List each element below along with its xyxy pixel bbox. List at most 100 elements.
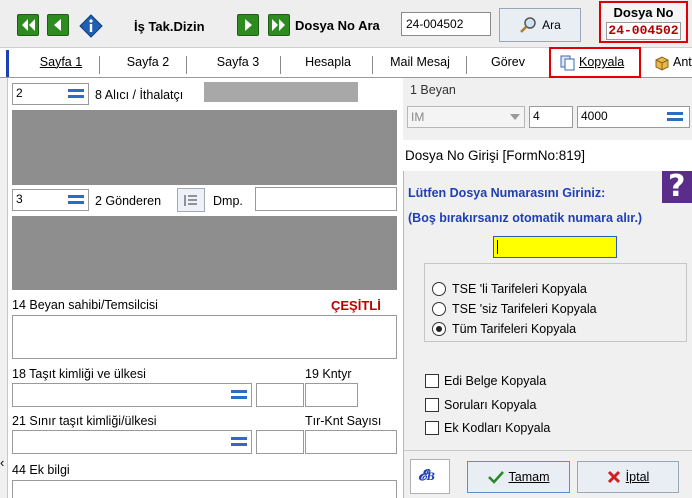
- kntyr-input[interactable]: [305, 383, 358, 407]
- cesitli-label: ÇEŞİTLİ: [331, 298, 381, 313]
- dosya-no-input[interactable]: [493, 236, 617, 258]
- spin-button-icon[interactable]: [65, 190, 87, 210]
- last-record-button[interactable]: [268, 14, 290, 36]
- beyan-type-value: IM: [411, 110, 425, 124]
- info-button[interactable]: [79, 14, 103, 38]
- dmp-label: Dmp.: [213, 194, 243, 208]
- dialog-note: (Boş bırakırsanız otomatik numara alır.): [408, 211, 643, 225]
- left-arrow-icon: [54, 19, 61, 31]
- gonderen-address-area: [12, 216, 397, 290]
- cancel-x-icon: [607, 470, 620, 484]
- alici-value: 2: [16, 86, 23, 100]
- checkbox-edi-belge[interactable]: [425, 374, 439, 388]
- tab-sayfa-1[interactable]: Sayfa 1: [37, 55, 85, 69]
- first-record-button[interactable]: [17, 14, 39, 36]
- tab-separator: [372, 56, 373, 74]
- dosya-no-title: Dosya No: [613, 5, 674, 20]
- iptal-button[interactable]: İptal: [577, 461, 679, 493]
- magnifier-icon: [520, 17, 536, 33]
- scroll-left-arrow-icon[interactable]: ‹: [0, 455, 4, 470]
- copy-documents-icon: [560, 55, 575, 71]
- tir-knt-sayisi-label: Tır-Knt Sayısı: [305, 414, 382, 428]
- edi-button[interactable]: 𝓔B: [410, 459, 450, 494]
- ara-button-label: Ara: [542, 18, 561, 32]
- radio-tse-li[interactable]: [432, 282, 446, 296]
- sinir-ulke-input[interactable]: [256, 430, 304, 454]
- checkbox-sorulari-label[interactable]: Soruları Kopyala: [444, 398, 536, 412]
- spin-button-icon[interactable]: [65, 84, 87, 104]
- radio-tse-siz[interactable]: [432, 302, 446, 316]
- beyan-num-input[interactable]: 4: [529, 106, 573, 128]
- sinir-tasit-input[interactable]: [12, 430, 252, 454]
- info-icon: [79, 14, 103, 38]
- tab-kopyala[interactable]: Kopyala: [549, 47, 641, 78]
- checkbox-ek-kodlari[interactable]: [425, 421, 439, 435]
- alici-name-field: [204, 82, 358, 102]
- ek-bilgi-textarea[interactable]: [12, 480, 397, 498]
- edi-logo-icon: 𝓔B: [418, 466, 436, 484]
- radio-tse-siz-label[interactable]: TSE 'siz Tarifeleri Kopyala: [452, 302, 597, 316]
- checkbox-sorulari[interactable]: [425, 398, 439, 412]
- tab-sayfa-2[interactable]: Sayfa 2: [124, 55, 172, 69]
- tab-hesapla[interactable]: Hesapla: [300, 55, 356, 69]
- dosya-no-ara-label: Dosya No Ara: [295, 18, 380, 33]
- tasit-kimligi-input[interactable]: [12, 383, 252, 407]
- left-scroll-edge: [0, 78, 8, 498]
- dialog-title: Dosya No Girişi [FormNo:819]: [403, 140, 692, 171]
- tab-sayfa-3[interactable]: Sayfa 3: [214, 55, 262, 69]
- dosya-no-value: 24-004502: [606, 22, 681, 40]
- iptal-label: İptal: [625, 470, 650, 484]
- tab-separator: [99, 56, 100, 74]
- radio-tum-tarifeler-label[interactable]: Tüm Tarifeleri Kopyala: [452, 322, 576, 336]
- tir-knt-sayisi-input[interactable]: [305, 430, 397, 454]
- tamam-label: Tamam: [508, 470, 550, 484]
- checkbox-edi-belge-label[interactable]: Edi Belge Kopyala: [444, 374, 546, 388]
- alici-spin-input[interactable]: 2: [12, 83, 89, 105]
- tasit-kimligi-label: 18 Taşıt kimliği ve ülkesi: [12, 367, 146, 381]
- tab-ant[interactable]: Ant: [673, 55, 692, 69]
- dosya-no-search-input[interactable]: [401, 12, 491, 36]
- tab-separator: [280, 56, 281, 74]
- spin-button-icon[interactable]: [664, 107, 686, 127]
- gonderen-spin-input[interactable]: 3: [12, 189, 89, 211]
- spin-button-icon[interactable]: [228, 385, 250, 405]
- previous-record-button[interactable]: [47, 14, 69, 36]
- next-record-button[interactable]: [237, 14, 259, 36]
- chevron-down-icon: [510, 114, 520, 120]
- checkbox-ek-kodlari-label[interactable]: Ek Kodları Kopyala: [444, 421, 550, 435]
- tab-mail-mesaj[interactable]: Mail Mesaj: [386, 55, 454, 69]
- dialog-prompt: Lütfen Dosya Numarasını Giriniz:: [408, 186, 606, 200]
- beyan-1-label: 1 Beyan: [410, 83, 456, 97]
- help-button[interactable]: ?: [662, 169, 692, 204]
- sinir-tasit-label: 21 Sınır taşıt kimliği/ülkesi: [12, 414, 157, 428]
- tamam-button[interactable]: Tamam: [467, 461, 570, 493]
- tab-gorev[interactable]: Görev: [488, 55, 528, 69]
- tab-separator: [466, 56, 467, 74]
- beyan-code-input[interactable]: 4000: [577, 106, 690, 128]
- gonderen-list-button[interactable]: [177, 188, 205, 212]
- tab-strip-edge: [6, 50, 9, 77]
- ara-button[interactable]: Ara: [499, 8, 581, 42]
- ek-bilgi-label: 44 Ek bilgi: [12, 463, 70, 477]
- right-arrow-icon: [245, 19, 252, 31]
- alici-label: 8 Alıcı / İthalatçı: [95, 88, 184, 102]
- alici-address-area: [12, 110, 397, 185]
- tasit-ulke-input[interactable]: [256, 383, 304, 407]
- double-left-arrow-icon: [22, 19, 35, 31]
- gonderen-label: 2 Gönderen: [95, 194, 162, 208]
- checkmark-icon: [487, 471, 504, 484]
- beyan-sahibi-textarea[interactable]: [12, 315, 397, 359]
- dialog-divider: [403, 450, 692, 451]
- beyan-type-select[interactable]: IM: [407, 106, 525, 128]
- tab-kopyala-label: Kopyala: [579, 55, 625, 69]
- numbered-list-icon: [184, 195, 197, 206]
- dmp-input[interactable]: [255, 187, 397, 211]
- box-icon: [655, 56, 669, 71]
- radio-tse-li-label[interactable]: TSE 'li Tarifeleri Kopyala: [452, 282, 587, 296]
- double-right-arrow-icon: [272, 19, 285, 31]
- spin-button-icon[interactable]: [228, 432, 250, 452]
- radio-tum-tarifeler[interactable]: [432, 322, 446, 336]
- beyan-sahibi-label: 14 Beyan sahibi/Temsilcisi: [12, 298, 158, 312]
- kntyr-label: 19 Kntyr: [305, 367, 352, 381]
- gonderen-value: 3: [16, 192, 23, 206]
